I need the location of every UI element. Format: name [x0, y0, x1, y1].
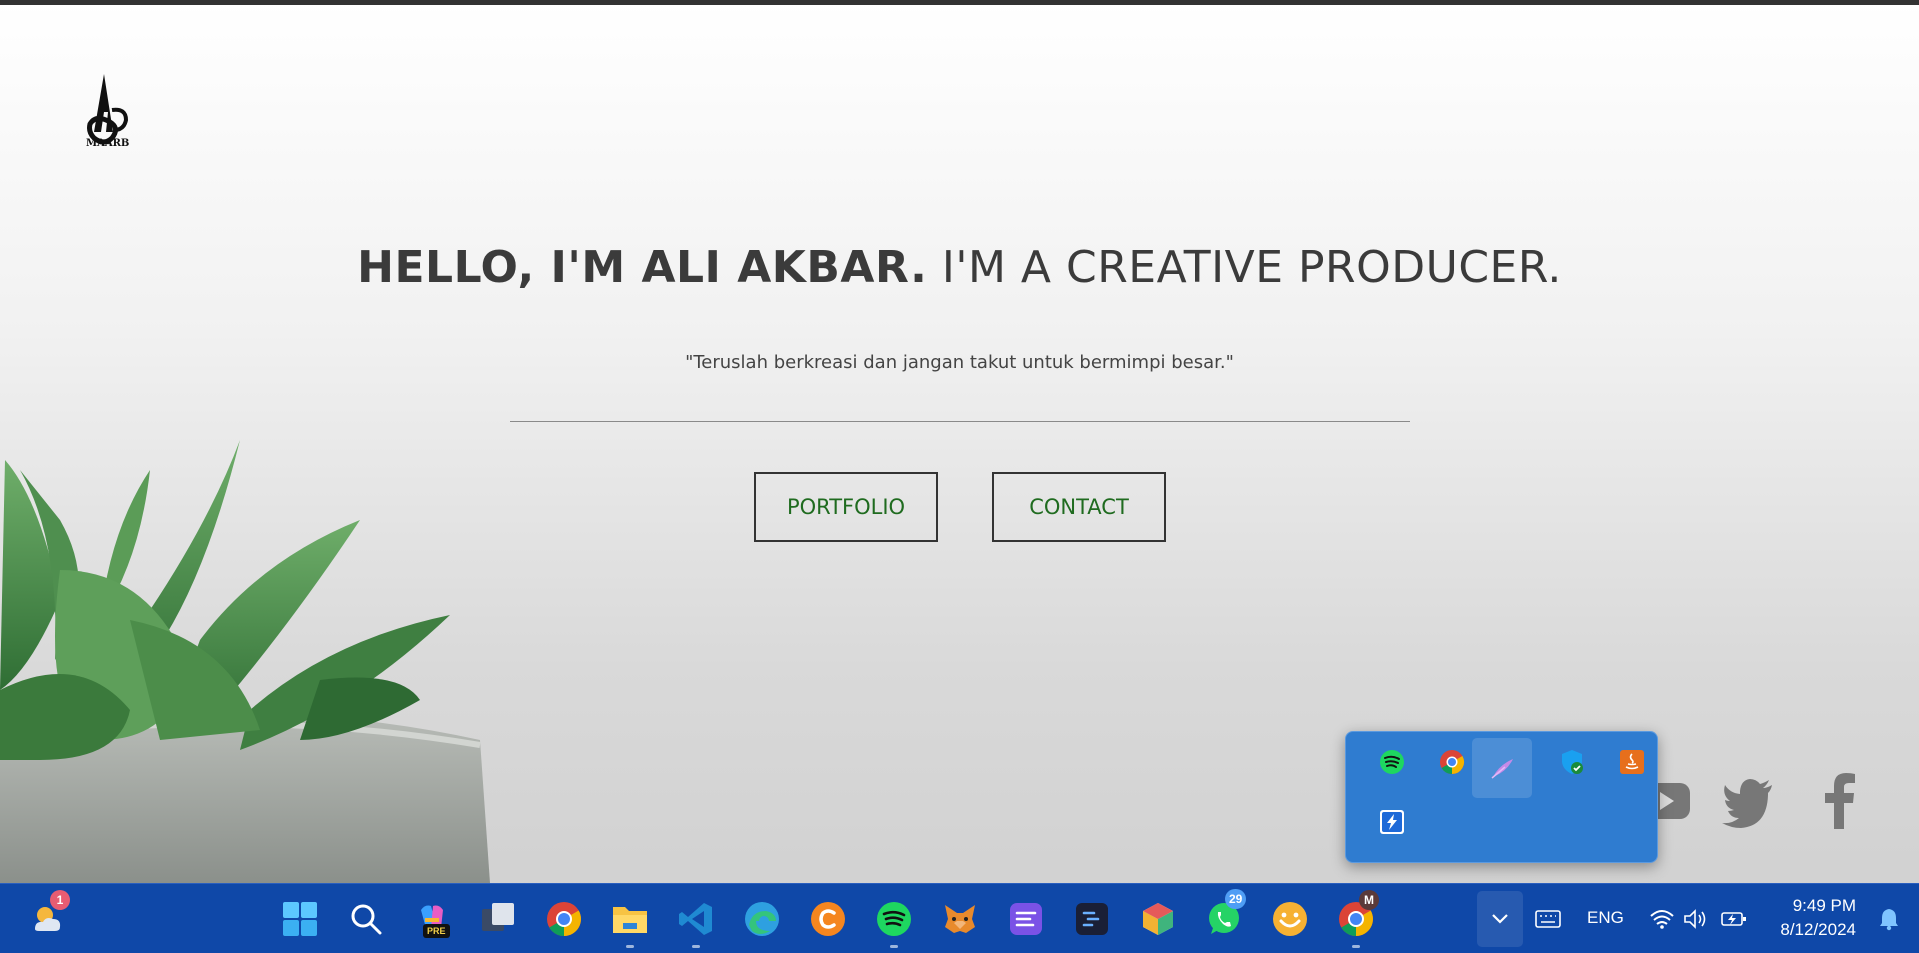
running-indicator [1352, 945, 1360, 948]
spotify-icon[interactable] [1362, 732, 1422, 792]
whatsapp-icon[interactable]: 29 [1201, 889, 1247, 942]
chrome-profile-badge: M [1359, 890, 1379, 910]
notes-app-icon[interactable] [1003, 896, 1049, 942]
smile-app-icon[interactable] [1267, 896, 1313, 942]
notification-bell-icon[interactable] [1866, 896, 1912, 942]
maarb-logo-icon[interactable]: MAARB [82, 72, 132, 152]
chrome-icon[interactable] [541, 896, 587, 942]
language-indicator[interactable]: ENG [1587, 908, 1624, 928]
hero-quote: "Teruslah berkreasi dan jangan takut unt… [685, 352, 1234, 373]
clock-date[interactable]: 8/12/2024 [1760, 920, 1856, 940]
portfolio-button[interactable]: PORTFOLIO [754, 472, 938, 542]
facebook-icon[interactable] [1822, 773, 1856, 829]
start-icon[interactable] [277, 896, 323, 942]
running-indicator [692, 945, 700, 948]
spotify-icon[interactable] [871, 896, 917, 948]
feather-icon[interactable] [1472, 738, 1532, 798]
logo-text: MAARB [86, 138, 130, 149]
taskbar: 1 PRE 29 M ENG 9:49 PM 8/12/2024 [0, 883, 1919, 953]
copilot-pre-badge: PRE [423, 924, 450, 938]
tray-overflow-popup [1345, 731, 1658, 863]
divider [510, 421, 1410, 422]
whatsapp-badge: 29 [1225, 889, 1247, 909]
succulent-plant-image [0, 440, 530, 883]
running-indicator [890, 945, 898, 948]
battery-charging-icon[interactable] [1711, 896, 1757, 942]
keyboard-icon[interactable] [1525, 896, 1571, 942]
bolt-app-icon[interactable] [1362, 792, 1422, 852]
defender-shield-icon[interactable] [1542, 732, 1602, 792]
task-view-icon[interactable] [475, 896, 521, 942]
search-icon[interactable] [343, 896, 389, 942]
metamask-icon[interactable] [937, 896, 983, 942]
cube-app-icon[interactable] [1135, 896, 1181, 942]
headline-role: I'M A CREATIVE PRODUCER. [927, 242, 1562, 293]
copilot-icon[interactable]: PRE [409, 896, 455, 942]
vscode-icon[interactable] [673, 896, 719, 948]
file-explorer-icon[interactable] [607, 896, 653, 948]
hero-headline: HELLO, I'M ALI AKBAR. I'M A CREATIVE PRO… [0, 242, 1919, 293]
chrome-profile-icon[interactable]: M [1333, 890, 1379, 948]
running-indicator [626, 945, 634, 948]
java-icon[interactable] [1602, 732, 1662, 792]
top-border [0, 0, 1919, 5]
c-app-icon[interactable] [805, 896, 851, 942]
edge-icon[interactable] [739, 896, 785, 942]
clock-time[interactable]: 9:49 PM [1760, 896, 1856, 916]
weather-icon[interactable]: 1 [24, 890, 70, 942]
headline-name: HELLO, I'M ALI AKBAR. [357, 242, 928, 293]
twitter-icon[interactable] [1722, 773, 1774, 829]
weather-badge: 1 [50, 890, 70, 910]
terminal-icon[interactable] [1069, 896, 1115, 942]
contact-button[interactable]: CONTACT [992, 472, 1166, 542]
tray-overflow-chevron-icon[interactable] [1477, 891, 1523, 947]
